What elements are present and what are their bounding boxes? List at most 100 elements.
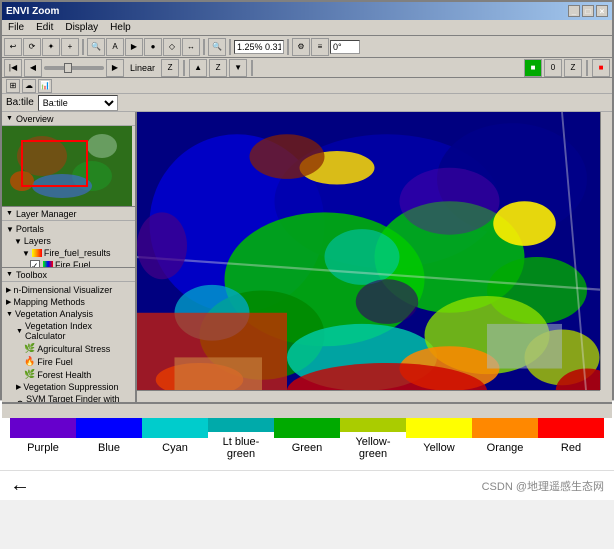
toolbar-btn-12[interactable]: ⚙ (292, 38, 310, 56)
toolbox-item-label: n-Dimensional Visualizer (13, 285, 112, 295)
toolbar-btn-s11[interactable]: ■ (592, 59, 610, 77)
toolbox-item-svm[interactable]: ⚙ SVM Target Finder with BandMat (16, 393, 131, 402)
layer-item-portals[interactable]: ▼ Portals (6, 223, 131, 235)
toolbox-item-vic[interactable]: ▼ Vegetation Index Calculator (16, 320, 131, 342)
menu-edit[interactable]: Edit (34, 22, 55, 33)
legend-item-0: Purple (10, 418, 76, 454)
toolbar-btn-s3[interactable]: ▶ (106, 59, 124, 77)
toolbar-btn-s2[interactable]: ◀ (24, 59, 42, 77)
arrow-left-icon: ← (10, 474, 30, 497)
title-bar: ENVI Zoom _ □ × (2, 2, 612, 20)
toolbox-item-veg[interactable]: ▼ Vegetation Analysis (6, 308, 131, 320)
toolbar-btn-s1[interactable]: |◀ (4, 59, 22, 77)
toolbar-btn-5[interactable]: 🔍 (87, 38, 105, 56)
legend-color-7 (472, 418, 538, 438)
toolbar-btn-11[interactable]: 🔍 (208, 38, 226, 56)
toolbox-expand-icon-4: ▼ (16, 328, 23, 335)
toolbar-btn-s10[interactable]: Z (564, 59, 582, 77)
icon-btn-2[interactable]: ☁ (22, 79, 36, 93)
scrollbar-vertical[interactable] (600, 112, 612, 390)
satellite-map-svg (137, 112, 612, 402)
legend-color-8 (538, 418, 604, 438)
toolbox-item-mapping[interactable]: ▶ Mapping Methods (6, 296, 131, 308)
status-bar (2, 402, 612, 418)
toolbox-expand-icon: ▶ (6, 286, 11, 294)
layer-item-layers[interactable]: ▼ Layers (14, 235, 131, 247)
portals-label: Portals (16, 224, 44, 234)
overview-header[interactable]: Overview (2, 112, 135, 126)
band-select[interactable]: Ba:tile (38, 95, 118, 111)
toolbar-btn-s6[interactable]: Z (209, 59, 227, 77)
menu-help[interactable]: Help (108, 22, 133, 33)
toolbar-btn-13[interactable]: ≡ (311, 38, 329, 56)
toolbox-item-fh[interactable]: 🌿 Forest Health (24, 368, 131, 381)
toolbar-btn-s9[interactable]: 0 (544, 59, 562, 77)
toolbar-btn-3[interactable]: ✦ (42, 38, 60, 56)
legend-item-7: Orange (472, 418, 538, 454)
toolbox-item-label-8: Vegetation Suppression (23, 382, 118, 392)
toolbox-item-label-7: Forest Health (37, 370, 91, 380)
toolbox-item-ff[interactable]: 🔥 Fire Fuel (24, 355, 131, 368)
legend-label-3: Lt blue- green (223, 436, 260, 460)
toolbar-btn-s8[interactable]: ■ (524, 59, 542, 77)
layer-item-fire-fuel-results[interactable]: ▼ Fire_fuel_results (22, 247, 131, 259)
toolbox-label: Toolbox (16, 270, 47, 280)
slider-track[interactable] (44, 66, 104, 70)
title-bar-buttons: _ □ × (568, 5, 608, 17)
toolbar-sep-4 (287, 39, 289, 55)
layer-item-fire-fuel[interactable]: ✓ Fire Fuel (30, 259, 131, 267)
toolbar-btn-s7[interactable]: ▼ (229, 59, 247, 77)
legend-item-3: Lt blue- green (208, 412, 274, 460)
toolbar-btn-10[interactable]: ↔ (182, 38, 200, 56)
toolbox-icon-ag: 🌿 (24, 343, 35, 354)
toolbar-btn-4[interactable]: + (61, 38, 79, 56)
menu-bar: File Edit Display Help (2, 20, 612, 36)
toolbar-btn-2[interactable]: ⟳ (23, 38, 41, 56)
fire-fuel-results-label: Fire_fuel_results (44, 248, 111, 258)
toolbox-item-ndv[interactable]: ▶ n-Dimensional Visualizer (6, 284, 131, 296)
legend-color-6 (406, 418, 472, 438)
toolbox-header[interactable]: Toolbox (2, 268, 135, 282)
layer-tree: ▼ Portals ▼ Layers ▼ Fire_fuel_results ✓ (2, 221, 135, 267)
legend-label-0: Purple (27, 442, 59, 454)
toolbox-item-label-9: SVM Target Finder with BandMat (26, 394, 131, 402)
toolbox-icon-ff: 🔥 (24, 356, 35, 367)
legend-item-6: Yellow (406, 418, 472, 454)
layers-label: Layers (24, 236, 51, 246)
scroll-corner (600, 390, 612, 402)
legend-label-4: Green (292, 442, 323, 454)
toolbar-btn-9[interactable]: ◇ (163, 38, 181, 56)
toolbar-btn-8[interactable]: ● (144, 38, 162, 56)
toolbox-expand-icon-5: ▶ (16, 383, 21, 391)
toolbox-icon-fh: 🌿 (24, 369, 35, 380)
toolbar-sep-7 (586, 60, 588, 76)
toolbox-item-label-3: Vegetation Analysis (15, 309, 93, 319)
layer-manager-header[interactable]: Layer Manager (2, 207, 135, 221)
rotation-input[interactable] (330, 40, 360, 54)
toolbox-item-label-6: Fire Fuel (37, 357, 73, 367)
toolbar-btn-1[interactable]: ↩ (4, 38, 22, 56)
maximize-button[interactable]: □ (582, 5, 594, 17)
toolbox-item-ag[interactable]: 🌿 Agricultural Stress (24, 342, 131, 355)
toolbox-panel: Toolbox ▶ n-Dimensional Visualizer ▶ Map… (2, 267, 135, 402)
toolbar-btn-7[interactable]: ▶ (125, 38, 143, 56)
close-button[interactable]: × (596, 5, 608, 17)
slider-thumb (64, 63, 72, 73)
toolbar-btn-s5[interactable]: ▲ (189, 59, 207, 77)
minimize-button[interactable]: _ (568, 5, 580, 17)
toolbar-btn-s4[interactable]: Z (161, 59, 179, 77)
toolbox-expand-icon-3: ▼ (6, 311, 13, 318)
toolbox-tree: ▶ n-Dimensional Visualizer ▶ Mapping Met… (2, 282, 135, 402)
scrollbar-horizontal[interactable] (137, 390, 600, 402)
menu-display[interactable]: Display (63, 22, 100, 33)
icon-btn-1[interactable]: ⊞ (6, 79, 20, 93)
image-area[interactable] (137, 112, 612, 402)
legend-label-1: Blue (98, 442, 120, 454)
menu-file[interactable]: File (6, 22, 26, 33)
toolbar-btn-6[interactable]: A (106, 38, 124, 56)
legend-label-2: Cyan (162, 442, 188, 454)
zoom-input[interactable] (234, 40, 284, 54)
icon-btn-3[interactable]: 📊 (38, 79, 52, 93)
toolbox-item-vs[interactable]: ▶ Vegetation Suppression (16, 381, 131, 393)
legend-item-2: Cyan (142, 418, 208, 454)
